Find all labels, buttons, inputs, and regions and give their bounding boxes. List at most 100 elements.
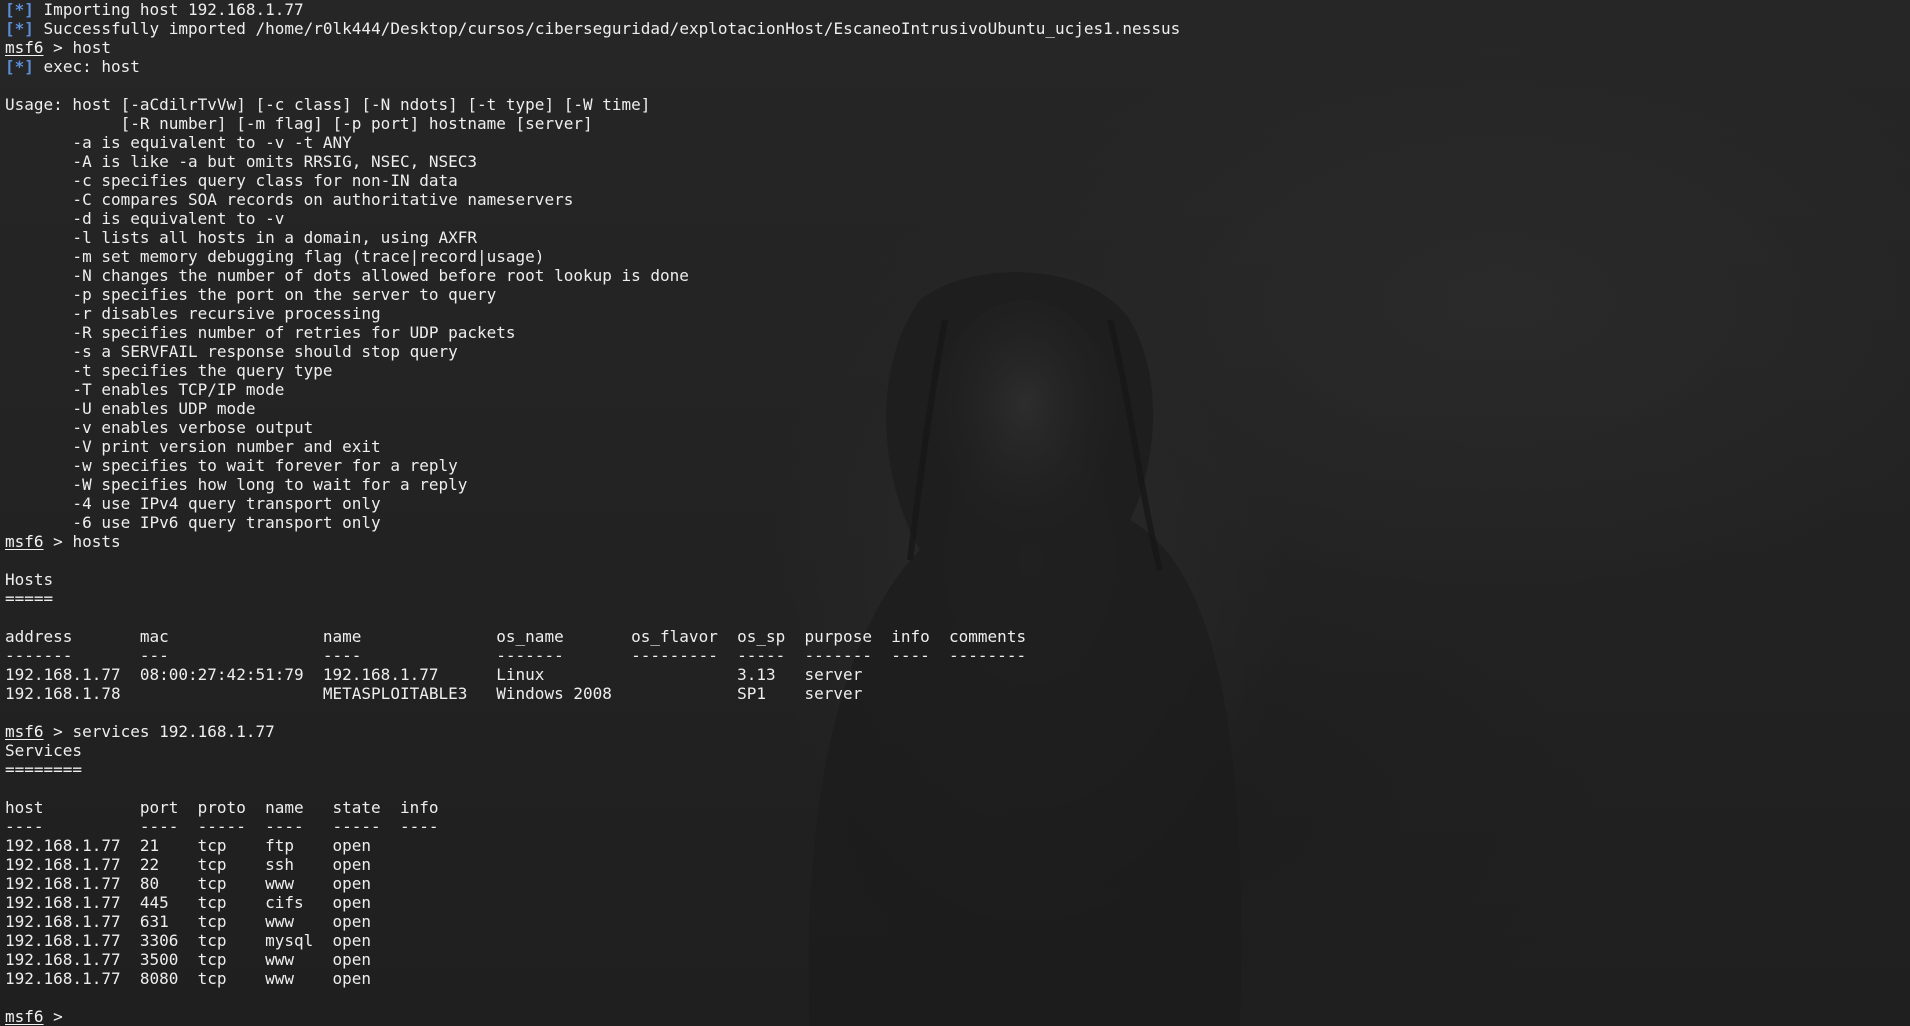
output-text: -s a SERVFAIL response should stop query [5, 342, 458, 361]
output-line: 192.168.1.77 631 tcp www open [5, 912, 1180, 931]
output-line: ---- ---- ----- ---- ----- ---- [5, 817, 1180, 836]
output-line: -V print version number and exit [5, 437, 1180, 456]
status-tag: [*] [5, 19, 34, 38]
output-text: 192.168.1.77 3306 tcp mysql open [5, 931, 372, 950]
output-line: -C compares SOA records on authoritative… [5, 190, 1180, 209]
output-text: Services [5, 741, 83, 760]
status-text: Successfully imported /home/r0lk444/Desk… [43, 19, 1181, 38]
output-line: 192.168.1.77 22 tcp ssh open [5, 855, 1180, 874]
output-text: -p specifies the port on the server to q… [5, 285, 497, 304]
output-text: Usage: host [-aCdilrTvVw] [-c class] [-N… [5, 95, 651, 114]
output-text: -d is equivalent to -v [5, 209, 285, 228]
output-text: Hosts [5, 570, 54, 589]
output-line: 192.168.1.78 METASPLOITABLE3 Windows 200… [5, 684, 1180, 703]
output-line: 192.168.1.77 445 tcp cifs open [5, 893, 1180, 912]
output-line: -a is equivalent to -v -t ANY [5, 133, 1180, 152]
output-line: -p specifies the port on the server to q… [5, 285, 1180, 304]
output-text: address mac name os_name os_flavor os_sp… [5, 627, 1027, 646]
output-text: -4 use IPv4 query transport only [5, 494, 381, 513]
output-text: ------- --- ---- ------- --------- -----… [5, 646, 1027, 665]
msf-prompt: msf6 [5, 722, 44, 741]
output-line: -N changes the number of dots allowed be… [5, 266, 1180, 285]
terminal-output: [*] Importing host 192.168.1.77 [*] Succe… [5, 0, 1180, 1026]
output-text: 192.168.1.77 3500 tcp www open [5, 950, 372, 969]
output-line: 192.168.1.77 08:00:27:42:51:79 192.168.1… [5, 665, 1180, 684]
output-line: Hosts [5, 570, 1180, 589]
output-line: -A is like -a but omits RRSIG, NSEC, NSE… [5, 152, 1180, 171]
output-text: -m set memory debugging flag (trace|reco… [5, 247, 545, 266]
output-text: -W specifies how long to wait for a repl… [5, 475, 468, 494]
output-text: host port proto name state info [5, 798, 439, 817]
output-text: -A is like -a but omits RRSIG, NSEC, NSE… [5, 152, 478, 171]
output-text: ===== [5, 589, 54, 608]
output-text: -6 use IPv6 query transport only [5, 513, 381, 532]
output-line: -R specifies number of retries for UDP p… [5, 323, 1180, 342]
output-line: [-R number] [-m flag] [-p port] hostname… [5, 114, 1180, 133]
command-line: msf6 > host [5, 38, 111, 57]
output-line: -c specifies query class for non-IN data [5, 171, 1180, 190]
output-text: -C compares SOA records on authoritative… [5, 190, 574, 209]
output-text: 192.168.1.77 631 tcp www open [5, 912, 372, 931]
output-text: -N changes the number of dots allowed be… [5, 266, 689, 285]
output-text: -a is equivalent to -v -t ANY [5, 133, 352, 152]
output-line: 192.168.1.77 80 tcp www open [5, 874, 1180, 893]
output-text: -c specifies query class for non-IN data [5, 171, 458, 190]
output-line: 192.168.1.77 8080 tcp www open [5, 969, 1180, 988]
output-line: Usage: host [-aCdilrTvVw] [-c class] [-N… [5, 95, 1180, 114]
output-line: host port proto name state info [5, 798, 1180, 817]
output-line: -d is equivalent to -v [5, 209, 1180, 228]
output-text: -r disables recursive processing [5, 304, 381, 323]
output-text: -U enables UDP mode [5, 399, 256, 418]
output-line: Services [5, 741, 1180, 760]
output-text: ---- ---- ----- ---- ----- ---- [5, 817, 439, 836]
msf-prompt: msf6 [5, 532, 44, 551]
output-line: address mac name os_name os_flavor os_sp… [5, 627, 1180, 646]
output-line: -U enables UDP mode [5, 399, 1180, 418]
status-text: Importing host 192.168.1.77 [43, 0, 304, 19]
output-text: ======== [5, 760, 83, 779]
output-line: ------- --- ---- ------- --------- -----… [5, 646, 1180, 665]
terminal-window[interactable]: [*] Importing host 192.168.1.77 [*] Succe… [0, 0, 1910, 1026]
output-line: -6 use IPv6 query transport only [5, 513, 1180, 532]
output-line: 192.168.1.77 21 tcp ftp open [5, 836, 1180, 855]
command-line: msf6 > hosts [5, 532, 121, 551]
output-text: -t specifies the query type [5, 361, 333, 380]
command-text[interactable]: services 192.168.1.77 [72, 722, 274, 741]
status-text: exec: host [43, 57, 140, 76]
output-line: ======== [5, 760, 1180, 779]
command-line: msf6 > services 192.168.1.77 [5, 722, 275, 741]
command-text[interactable]: host [72, 38, 111, 57]
output-text: 192.168.1.77 08:00:27:42:51:79 192.168.1… [5, 665, 863, 684]
command-line: msf6 > [5, 1007, 73, 1026]
output-line: -t specifies the query type [5, 361, 1180, 380]
output-line: -T enables TCP/IP mode [5, 380, 1180, 399]
status-tag: [*] [5, 57, 34, 76]
output-text: -w specifies to wait forever for a reply [5, 456, 458, 475]
command-text[interactable]: hosts [72, 532, 120, 551]
status-line: [*] Importing host 192.168.1.77 [5, 0, 1180, 19]
output-line: ===== [5, 589, 1180, 608]
output-text: -l lists all hosts in a domain, using AX… [5, 228, 478, 247]
status-tag: [*] [5, 0, 34, 19]
output-text: 192.168.1.77 22 tcp ssh open [5, 855, 372, 874]
output-line: 192.168.1.77 3306 tcp mysql open [5, 931, 1180, 950]
status-line: [*] exec: host [5, 57, 1180, 76]
output-line: -v enables verbose output [5, 418, 1180, 437]
output-text: 192.168.1.77 8080 tcp www open [5, 969, 372, 988]
output-text: 192.168.1.78 METASPLOITABLE3 Windows 200… [5, 684, 863, 703]
output-line: -r disables recursive processing [5, 304, 1180, 323]
msf-prompt: msf6 [5, 1007, 44, 1026]
output-line: -m set memory debugging flag (trace|reco… [5, 247, 1180, 266]
output-text: -T enables TCP/IP mode [5, 380, 285, 399]
output-text: -V print version number and exit [5, 437, 381, 456]
output-text: 192.168.1.77 21 tcp ftp open [5, 836, 372, 855]
status-line: [*] Successfully imported /home/r0lk444/… [5, 19, 1180, 38]
output-line: -W specifies how long to wait for a repl… [5, 475, 1180, 494]
output-text: -v enables verbose output [5, 418, 314, 437]
output-line: -l lists all hosts in a domain, using AX… [5, 228, 1180, 247]
